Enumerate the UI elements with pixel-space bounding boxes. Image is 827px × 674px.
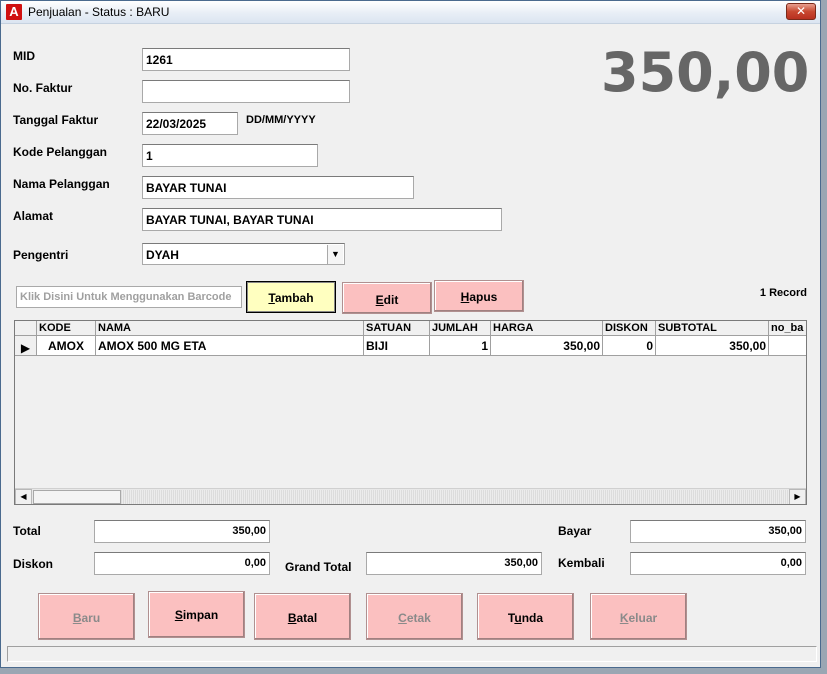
- tunda-button[interactable]: Tunda: [477, 593, 574, 640]
- grand-total-label: Grand Total: [285, 560, 352, 574]
- total-field[interactable]: 350,00: [94, 520, 270, 543]
- sales-window: A Penjualan - Status : BARU ✕ MID 1261 N…: [0, 0, 821, 668]
- column-header-no-ba[interactable]: no_ba: [769, 321, 806, 336]
- pengentri-value: DYAH: [146, 248, 179, 262]
- column-header-kode[interactable]: KODE: [37, 321, 96, 336]
- column-header-satuan[interactable]: SATUAN: [364, 321, 430, 336]
- status-bar: [7, 646, 817, 662]
- barcode-input[interactable]: Klik Disini Untuk Menggunakan Barcode: [16, 286, 242, 308]
- tanggal-field[interactable]: 22/03/2025: [142, 112, 238, 135]
- cell-kode[interactable]: AMOX: [37, 336, 96, 356]
- bayar-field[interactable]: 350,00: [630, 520, 806, 543]
- column-header-nama[interactable]: NAMA: [96, 321, 364, 336]
- scroll-right-icon[interactable]: ▶: [789, 489, 806, 504]
- pengentri-select[interactable]: DYAH ▼: [142, 243, 345, 265]
- header-indicator: [15, 321, 37, 336]
- record-count: 1 Record: [759, 287, 807, 299]
- scrollbar-track[interactable]: [121, 490, 789, 504]
- horizontal-scrollbar[interactable]: ◀ ▶: [15, 488, 806, 504]
- kode-pelanggan-label: Kode Pelanggan: [13, 145, 108, 159]
- cell-nama[interactable]: AMOX 500 MG ETA: [96, 336, 364, 356]
- nama-pelanggan-field[interactable]: BAYAR TUNAI: [142, 176, 414, 199]
- faktur-field[interactable]: [142, 80, 350, 103]
- app-icon: A: [6, 4, 22, 20]
- column-header-harga[interactable]: HARGA: [491, 321, 603, 336]
- cell-subtotal[interactable]: 350,00: [656, 336, 769, 356]
- kembali-label: Kembali: [558, 556, 605, 570]
- scrollbar-thumb[interactable]: [33, 490, 121, 504]
- alamat-label: Alamat: [13, 209, 54, 223]
- tambah-button[interactable]: Tambah: [246, 281, 336, 313]
- cell-diskon[interactable]: 0: [603, 336, 656, 356]
- column-header-subtotal[interactable]: SUBTOTAL: [656, 321, 769, 336]
- chevron-down-icon[interactable]: ▼: [327, 245, 343, 264]
- scroll-left-icon[interactable]: ◀: [15, 489, 32, 504]
- mid-label: MID: [13, 49, 35, 63]
- simpan-button[interactable]: Simpan: [148, 591, 245, 638]
- nama-pelanggan-label: Nama Pelanggan: [13, 177, 110, 191]
- cetak-button[interactable]: Cetak: [366, 593, 463, 640]
- keluar-button[interactable]: Keluar: [590, 593, 687, 640]
- close-button[interactable]: ✕: [786, 3, 816, 20]
- kode-pelanggan-field[interactable]: 1: [142, 144, 318, 167]
- grand-total-field[interactable]: 350,00: [366, 552, 542, 575]
- diskon-label: Diskon: [13, 557, 54, 571]
- big-total-display: 350,00: [601, 41, 810, 104]
- edit-button[interactable]: Edit: [342, 282, 432, 314]
- kembali-field[interactable]: 0,00: [630, 552, 806, 575]
- items-grid[interactable]: KODE NAMA SATUAN JUMLAH HARGA DISKON SUB…: [14, 320, 807, 505]
- close-icon: ✕: [795, 4, 807, 18]
- baru-button[interactable]: Baru: [38, 593, 135, 640]
- cell-jumlah[interactable]: 1: [430, 336, 491, 356]
- bayar-label: Bayar: [558, 524, 592, 538]
- pengentri-label: Pengentri: [13, 248, 69, 262]
- column-header-diskon[interactable]: DISKON: [603, 321, 656, 336]
- batal-button[interactable]: Batal: [254, 593, 351, 640]
- window-title: Penjualan - Status : BARU: [28, 5, 170, 19]
- tanggal-label: Tanggal Faktur: [13, 113, 99, 127]
- cell-no-ba[interactable]: [769, 336, 806, 356]
- table-row[interactable]: ▶ AMOX AMOX 500 MG ETA BIJI 1 350,00 0 3…: [15, 336, 806, 356]
- column-header-jumlah[interactable]: JUMLAH: [430, 321, 491, 336]
- grid-header: KODE NAMA SATUAN JUMLAH HARGA DISKON SUB…: [15, 321, 806, 336]
- faktur-label: No. Faktur: [13, 81, 73, 95]
- cell-satuan[interactable]: BIJI: [364, 336, 430, 356]
- total-label: Total: [13, 524, 41, 538]
- date-format-hint: DD/MM/YYYY: [246, 114, 316, 126]
- diskon-field[interactable]: 0,00: [94, 552, 270, 575]
- hapus-button[interactable]: Hapus: [434, 280, 524, 312]
- row-pointer-icon: ▶: [15, 336, 37, 356]
- mid-field[interactable]: 1261: [142, 48, 350, 71]
- cell-harga[interactable]: 350,00: [491, 336, 603, 356]
- title-bar[interactable]: A Penjualan - Status : BARU ✕: [1, 1, 820, 24]
- alamat-field[interactable]: BAYAR TUNAI, BAYAR TUNAI: [142, 208, 502, 231]
